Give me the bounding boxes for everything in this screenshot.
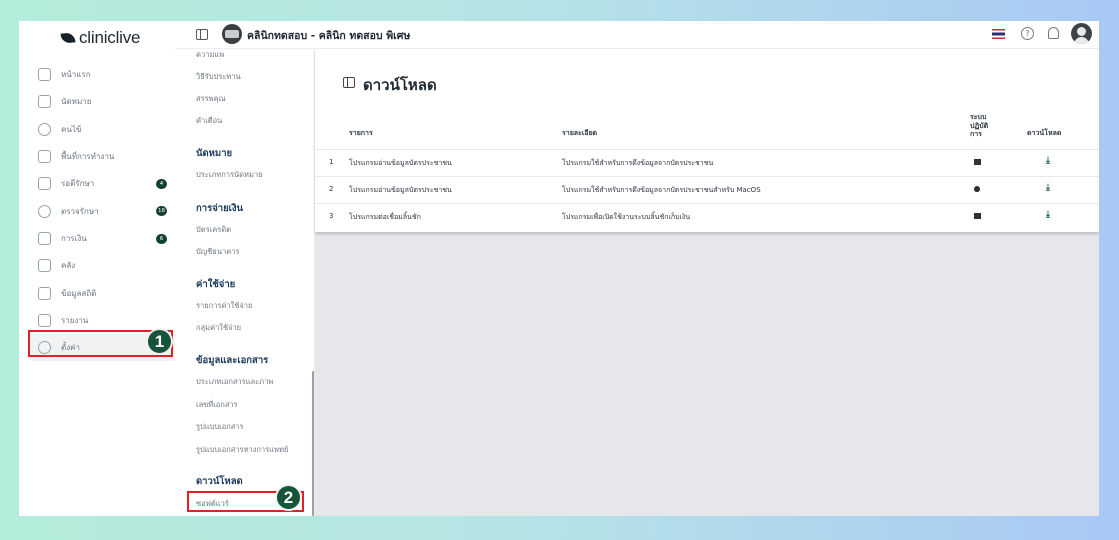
row-divider <box>315 203 1099 204</box>
stethoscope-icon <box>38 204 51 218</box>
column-header-detail: รายละเอียด <box>562 129 598 137</box>
sidebar-item-label: คนไข้ <box>61 124 82 134</box>
windows-icon <box>974 213 981 219</box>
panel-icon <box>343 77 355 88</box>
sofa-icon <box>38 177 51 191</box>
logo[interactable]: cliniclive <box>60 28 141 48</box>
count-badge: 6 <box>156 233 167 244</box>
row-number: 3 <box>329 212 334 220</box>
submenu-item[interactable]: บัตรเครดิต <box>196 224 231 236</box>
count-badge: 18 <box>156 206 167 217</box>
submenu-item[interactable]: รูปแบบเอกสารทางการแพทย์ <box>196 444 288 456</box>
clinic-avatar <box>222 24 242 44</box>
logo-leaf-icon <box>60 32 76 44</box>
submenu-item[interactable]: ประเภทเอกสารและภาพ <box>196 376 273 388</box>
row-item: โปรแกรมอ่านข้อมูลบัตรประชาชน <box>349 186 452 194</box>
page-title: ดาวน์โหลด <box>363 76 437 94</box>
sidebar-item-finance[interactable]: การเงิน 6 <box>30 225 175 252</box>
settings-submenu: ความแพ วิธีรับประทาน สรรพคุณ คำเตือน นัด… <box>175 49 315 516</box>
box-icon <box>38 259 51 273</box>
download-card: ดาวน์โหลด รายการ รายละเอียด ระบบ ปฏิบัติ… <box>315 49 1099 232</box>
submenu-item[interactable]: บัญชีธนาคาร <box>196 246 239 258</box>
sidebar-item-label: ตรวจรักษา <box>61 206 99 216</box>
row-item: โปรแกรมต่อเชื่อมลิ้นชัก <box>349 213 421 221</box>
sidebar-item-workspace[interactable]: พื้นที่การทำงาน <box>30 143 175 170</box>
count-badge: 4 <box>156 179 167 190</box>
sidebar-item-label: นัดหมาย <box>61 97 92 107</box>
thai-flag-icon[interactable] <box>992 29 1005 39</box>
sidebar: cliniclive หน้าแรก นัดหมาย คนไข้ พื้นที่… <box>19 21 175 516</box>
sidebar-item-label: รอตีรักษา <box>61 179 95 189</box>
person-icon <box>38 122 51 136</box>
column-header-os: ระบบ ปฏิบัติ การ <box>970 113 989 138</box>
bell-icon[interactable] <box>1048 27 1059 39</box>
submenu-heading: ค่าใช้จ่าย <box>196 279 236 290</box>
column-header-item: รายการ <box>349 129 373 137</box>
row-number: 2 <box>329 185 334 193</box>
submenu-item[interactable]: รูปแบบเอกสาร <box>196 421 244 433</box>
sidebar-item-label: ข้อมูลสถิติ <box>61 288 97 298</box>
submenu-heading: ดาวน์โหลด <box>196 476 243 487</box>
submenu-item[interactable]: สรรพคุณ <box>196 93 226 105</box>
step-2-badge: 2 <box>275 484 302 511</box>
sidebar-item-label: คลัง <box>61 261 76 271</box>
stats-icon <box>38 286 51 300</box>
row-detail: โปรแกรมเพื่อเปิดใช้งานระบบลิ้นชักเก็บเงิ… <box>562 213 691 221</box>
submenu-heading: นัดหมาย <box>196 148 233 159</box>
download-icon[interactable]: ⤓ <box>1046 210 1050 220</box>
step-1-badge: 1 <box>146 328 173 355</box>
calendar-icon <box>38 95 51 109</box>
sidebar-item-statistics[interactable]: ข้อมูลสถิติ <box>30 279 175 306</box>
header: คลินิกทดสอบ - คลินิก ทดสอบ พิเศษ ? <box>175 21 1099 49</box>
logo-text: cliniclive <box>79 28 141 47</box>
sidebar-item-examination[interactable]: ตรวจรักษา 18 <box>30 197 175 224</box>
row-detail: โปรแกรมใช้สำหรับการดึงข้อมูลจากบัตรประชา… <box>562 159 714 167</box>
row-number: 1 <box>329 158 334 166</box>
submenu-heading: การจ่ายเงิน <box>196 203 244 214</box>
home-icon <box>38 68 51 82</box>
money-icon <box>38 231 51 245</box>
download-icon[interactable]: ⤓ <box>1046 156 1050 166</box>
row-item: โปรแกรมอ่านข้อมูลบัตรประชาชน <box>349 159 452 167</box>
download-icon[interactable]: ⤓ <box>1046 183 1050 193</box>
submenu-item[interactable]: วิธีรับประทาน <box>196 71 241 83</box>
submenu-item[interactable]: เลขที่เอกสาร <box>196 399 238 411</box>
report-icon <box>38 313 51 327</box>
submenu-item[interactable]: ความแพ <box>196 49 224 61</box>
user-avatar[interactable] <box>1071 23 1092 44</box>
sidebar-item-home[interactable]: หน้าแรก <box>30 61 175 88</box>
sidebar-nav: หน้าแรก นัดหมาย คนไข้ พื้นที่การทำงาน รอ… <box>30 61 175 362</box>
submenu-item[interactable]: คำเตือน <box>196 115 222 127</box>
apple-icon <box>974 186 980 192</box>
sidebar-item-label: รายงาน <box>61 315 89 325</box>
column-header-download: ดาวน์โหลด <box>1027 129 1062 137</box>
row-divider <box>315 176 1099 177</box>
sidebar-item-patients[interactable]: คนไข้ <box>30 116 175 143</box>
sidebar-item-label: พื้นที่การทำงาน <box>61 152 115 162</box>
help-icon[interactable]: ? <box>1021 27 1034 40</box>
windows-icon <box>974 159 981 165</box>
submenu-heading: ข้อมูลและเอกสาร <box>196 355 269 366</box>
submenu-item[interactable]: รายการค่าใช้จ่าย <box>196 300 252 312</box>
sidebar-item-inventory[interactable]: คลัง <box>30 252 175 279</box>
panel-toggle-icon[interactable] <box>196 29 208 40</box>
row-detail: โปรแกรมใช้สำหรับการดึงข้อมูลจากบัตรประชา… <box>562 186 761 194</box>
sidebar-item-label: หน้าแรก <box>61 70 91 80</box>
submenu-item[interactable]: ประเภทการนัดหมาย <box>196 169 263 181</box>
submenu-item[interactable]: กลุ่มค่าใช้จ่าย <box>196 322 241 334</box>
app-window: cliniclive หน้าแรก นัดหมาย คนไข้ พื้นที่… <box>19 21 1099 516</box>
main-content: ดาวน์โหลด รายการ รายละเอียด ระบบ ปฏิบัติ… <box>315 49 1099 516</box>
clinic-name[interactable]: คลินิกทดสอบ - คลินิก ทดสอบ พิเศษ <box>247 27 410 44</box>
sidebar-item-waiting[interactable]: รอตีรักษา 4 <box>30 170 175 197</box>
sidebar-item-appointments[interactable]: นัดหมาย <box>30 88 175 115</box>
sidebar-item-label: การเงิน <box>61 233 87 243</box>
workspace-icon <box>38 150 51 164</box>
row-divider <box>315 149 1099 150</box>
